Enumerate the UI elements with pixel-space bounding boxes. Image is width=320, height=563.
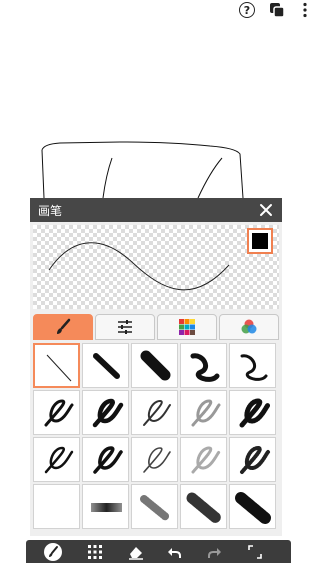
thin-line-brush-icon bbox=[46, 354, 72, 382]
spray-pen-brush-icon bbox=[240, 445, 270, 474]
bottom-toolbar bbox=[26, 540, 291, 563]
undo-button[interactable] bbox=[164, 542, 186, 562]
top-bar: ? bbox=[0, 0, 315, 22]
eraser-icon bbox=[129, 547, 143, 560]
brush-pen-solid[interactable] bbox=[33, 390, 80, 435]
brush-icon bbox=[57, 318, 71, 334]
grid-icon bbox=[88, 545, 102, 559]
brush-panel: 画笔 bbox=[30, 198, 282, 536]
bold-pen-brush-icon bbox=[92, 398, 124, 428]
stroke-preview bbox=[33, 225, 279, 309]
rgb-circles-icon bbox=[241, 319, 257, 334]
help-circle-icon: ? bbox=[239, 2, 255, 18]
sprinkle-brush-icon bbox=[140, 495, 170, 521]
outline-pen-brush-icon bbox=[143, 447, 171, 473]
brush-round-marker[interactable] bbox=[82, 343, 129, 388]
tab-settings[interactable] bbox=[95, 314, 155, 340]
fullscreen-button[interactable] bbox=[244, 542, 266, 562]
close-icon bbox=[260, 204, 272, 216]
marker-brush-icon bbox=[93, 353, 120, 379]
brush-pen-bold[interactable] bbox=[82, 390, 129, 435]
layers-icon bbox=[270, 3, 285, 18]
airbrush-hard-icon bbox=[91, 503, 122, 512]
redo-button[interactable] bbox=[203, 542, 225, 562]
splatter-brush-icon bbox=[235, 492, 271, 524]
close-button[interactable] bbox=[256, 200, 276, 220]
redo-icon bbox=[208, 548, 221, 558]
airbrush-soft-icon bbox=[40, 503, 75, 511]
tab-color-wheel[interactable] bbox=[219, 314, 279, 340]
help-button[interactable]: ? bbox=[236, 0, 258, 20]
tab-brush[interactable] bbox=[33, 314, 93, 340]
brush-airbrush-hard[interactable] bbox=[82, 484, 129, 529]
more-vertical-icon bbox=[303, 2, 307, 18]
panel-title: 画笔 bbox=[38, 204, 63, 218]
spray-pen-brush-icon bbox=[239, 398, 271, 428]
brush-spray-splatter[interactable] bbox=[229, 484, 276, 529]
tab-palette[interactable] bbox=[157, 314, 217, 340]
stroke-preview-curve bbox=[48, 242, 230, 291]
brush-pen-outline[interactable] bbox=[131, 390, 178, 435]
brush-pen-spray[interactable] bbox=[229, 390, 276, 435]
fullscreen-icon bbox=[248, 545, 262, 559]
brush-tool-icon bbox=[44, 543, 62, 561]
color-grid-icon bbox=[179, 319, 195, 335]
brush-sprinkle[interactable] bbox=[131, 484, 178, 529]
grid-button[interactable] bbox=[84, 542, 106, 562]
thin-curve-brush-icon bbox=[240, 354, 268, 381]
bold-pen-brush-icon bbox=[93, 446, 123, 474]
layers-button[interactable] bbox=[266, 0, 288, 20]
brush-pen-bold-2[interactable] bbox=[82, 437, 129, 482]
more-options-button[interactable] bbox=[294, 0, 316, 20]
brush-curve-stroke[interactable] bbox=[180, 343, 227, 388]
brush-thin-curve[interactable] bbox=[229, 343, 276, 388]
panel-header: 画笔 bbox=[30, 198, 282, 222]
current-color-swatch[interactable] bbox=[247, 228, 273, 254]
pencil-brush-icon bbox=[191, 446, 221, 474]
pencil-brush-icon bbox=[191, 399, 221, 427]
brush-pen-spray-2[interactable] bbox=[229, 437, 276, 482]
curve-brush-icon bbox=[190, 353, 220, 382]
eraser-button[interactable] bbox=[125, 542, 147, 562]
brush-airbrush-soft[interactable] bbox=[33, 484, 80, 529]
spray-dots-brush-icon bbox=[186, 492, 222, 524]
pen-brush-icon bbox=[44, 446, 74, 474]
color-fill bbox=[252, 233, 268, 249]
brush-tabs bbox=[33, 314, 279, 340]
brush-tool-button[interactable] bbox=[42, 542, 64, 562]
sliders-icon bbox=[118, 320, 132, 334]
brush-pen-outline-2[interactable] bbox=[131, 437, 178, 482]
pen-brush-icon bbox=[44, 399, 74, 427]
outline-pen-brush-icon bbox=[143, 399, 171, 426]
brush-pen-pencil[interactable] bbox=[180, 390, 227, 435]
brush-spray-dots[interactable] bbox=[180, 484, 227, 529]
thick-marker-brush-icon bbox=[140, 350, 171, 381]
brush-pen-solid-2[interactable] bbox=[33, 437, 80, 482]
brush-thick-marker[interactable] bbox=[131, 343, 178, 388]
brush-pen-pencil-2[interactable] bbox=[180, 437, 227, 482]
brush-thin-line[interactable] bbox=[33, 343, 80, 388]
undo-icon bbox=[168, 548, 181, 558]
